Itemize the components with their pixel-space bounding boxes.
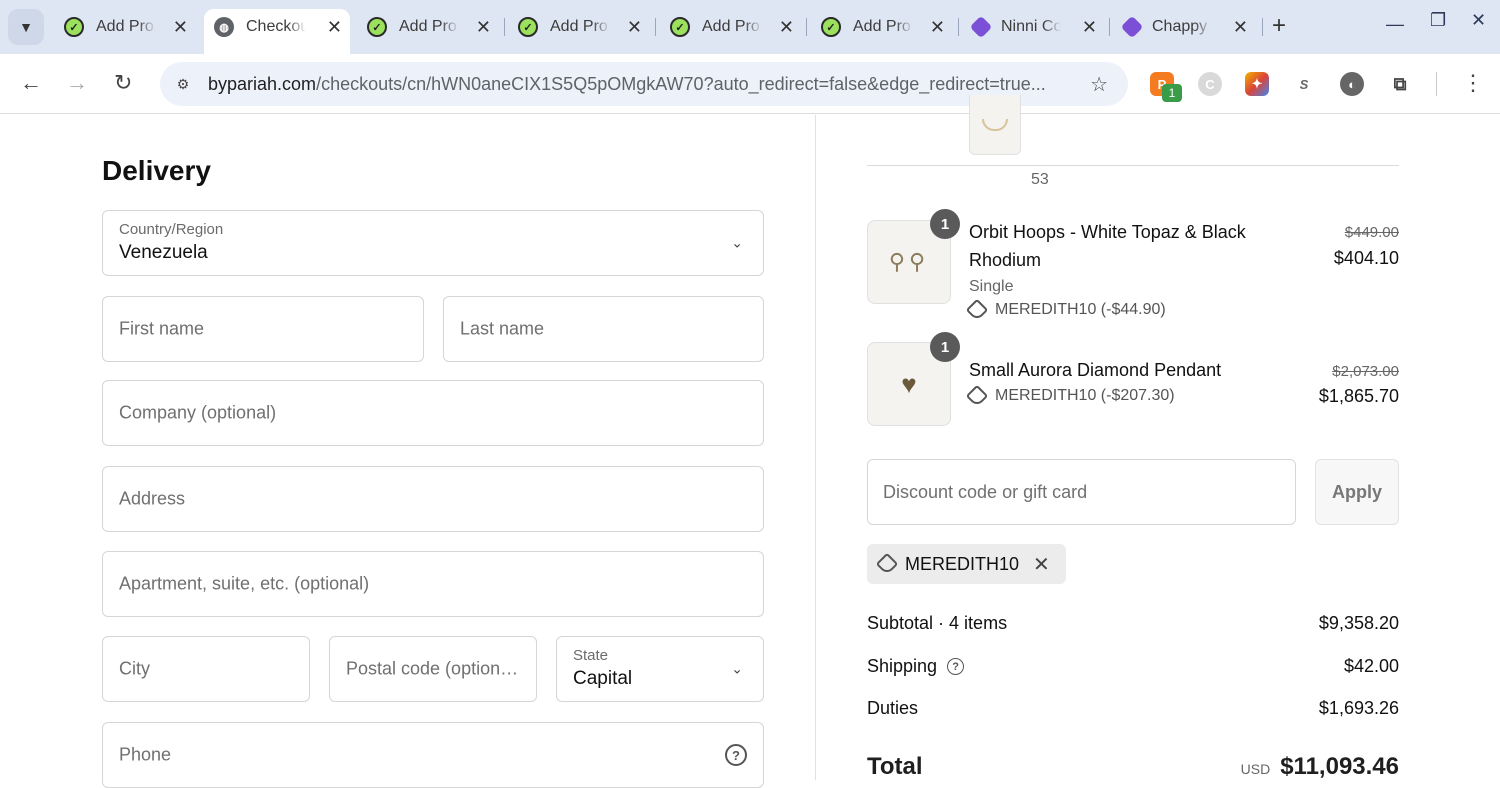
extension-grey-circle-icon[interactable]: C (1198, 72, 1222, 96)
last-name-field[interactable]: Last name (443, 296, 764, 362)
tag-icon (875, 552, 899, 576)
url-text[interactable]: bypariah.com/checkouts/cn/hWN0aneCIX1S5Q… (208, 74, 1068, 95)
chevron-down-icon: ⌄ (731, 660, 743, 677)
state-select[interactable]: State Capital ⌄ (556, 636, 764, 702)
pendant-image: ♥ (901, 368, 917, 399)
ring-image (982, 118, 1008, 131)
product-name: Small Aurora Diamond Pendant (969, 360, 1222, 380)
close-tab-icon[interactable]: ✕ (173, 17, 188, 38)
browser-toolbar: ← → ↻ ⚙ bypariah.com/checkouts/cn/hWN0an… (0, 54, 1500, 114)
help-circle-icon[interactable]: ? (947, 658, 965, 675)
green-check-icon: ✓ (518, 17, 538, 37)
purple-gem-icon (1120, 15, 1144, 39)
tab-separator (655, 18, 656, 36)
tab-search-button[interactable]: ▼ (8, 9, 44, 45)
help-circle-icon[interactable]: ? (725, 744, 747, 766)
original-price: $449.00 (1344, 224, 1399, 241)
tab-add-product-4[interactable]: ✓ Add Pro ✕ (660, 9, 802, 45)
tag-icon (965, 384, 989, 408)
close-window-icon[interactable]: ✕ (1471, 10, 1486, 31)
close-tab-icon[interactable]: ✕ (1082, 17, 1097, 38)
extension-colorful-icon[interactable]: ✦ (1245, 72, 1269, 96)
city-field[interactable]: City (102, 636, 310, 702)
country-select[interactable]: Country/Region Venezuela ⌄ (102, 210, 764, 276)
tab-separator (504, 18, 505, 36)
new-tab-plus-icon[interactable]: + (1272, 12, 1286, 40)
chevron-down-icon: ▼ (19, 19, 33, 35)
green-check-icon: ✓ (821, 17, 841, 37)
tab-strip: ▼ ✓ Add Pro ✕ ◍ Checkout ✕ ✓ Add Pro ✕ ✓… (0, 0, 1500, 54)
product-discount: MEREDITH10 (-$44.90) (965, 298, 1166, 322)
discounted-price: $404.10 (1333, 248, 1399, 268)
tab-add-product-3[interactable]: ✓ Add Pro ✕ (508, 9, 650, 45)
close-tab-icon[interactable]: ✕ (930, 17, 945, 38)
tag-icon (965, 298, 989, 322)
tab-add-product-1[interactable]: ✓ Add Pro ✕ (54, 9, 196, 45)
delivery-heading: Delivery (102, 155, 211, 186)
close-tab-icon[interactable]: ✕ (327, 17, 342, 38)
total-row: Total USD $11,093.46 (867, 753, 1399, 780)
site-settings-icon[interactable]: ⚙ (172, 73, 194, 95)
toolbar-divider (1436, 72, 1437, 96)
apply-button[interactable]: Apply (1315, 459, 1399, 525)
close-tab-icon[interactable]: ✕ (779, 17, 794, 38)
extension-planet-icon[interactable]: ◐ (1340, 72, 1364, 96)
globe-icon: ◍ (214, 17, 234, 37)
apartment-field[interactable]: Apartment, suite, etc. (optional) (102, 551, 764, 617)
quantity-badge: 1 (930, 332, 960, 362)
remove-code-icon[interactable]: ✕ (1033, 552, 1050, 577)
close-tab-icon[interactable]: ✕ (1233, 17, 1248, 38)
minimize-icon[interactable]: — (1386, 14, 1404, 35)
close-tab-icon[interactable]: ✕ (627, 17, 642, 38)
browser-menu-icon[interactable]: ⋮ (1462, 70, 1484, 96)
discounted-price: $1,865.70 (1318, 386, 1399, 406)
divider (867, 165, 1399, 166)
tab-checkout[interactable]: ◍ Checkout ✕ (204, 9, 350, 54)
original-price: $2,073.00 (1332, 363, 1399, 380)
tab-add-product-2[interactable]: ✓ Add Pro ✕ (357, 9, 499, 45)
partial-item-variant: 53 (1031, 171, 1049, 188)
shipping-row: Shipping ? $42.00 (867, 656, 1399, 676)
close-tab-icon[interactable]: ✕ (476, 17, 491, 38)
forward-arrow-icon[interactable]: → (66, 70, 88, 96)
product-variant: Single (969, 278, 1014, 295)
order-summary-panel: 53 ⚲⚲ 1 Orbit Hoops - White Topaz & Blac… (817, 95, 1500, 780)
tab-separator (1262, 18, 1263, 36)
duties-row: Duties $1,693.26 (867, 698, 1399, 718)
address-field[interactable]: Address (102, 466, 764, 532)
discount-code-input[interactable]: Discount code or gift card (867, 459, 1296, 525)
tab-separator (1109, 18, 1110, 36)
company-field[interactable]: Company (optional) (102, 380, 764, 446)
chevron-down-icon: ⌄ (731, 234, 743, 251)
purple-gem-icon (969, 15, 993, 39)
extension-badge: 1 (1162, 84, 1182, 102)
first-name-field[interactable]: First name (102, 296, 424, 362)
bookmark-star-icon[interactable]: ☆ (1090, 72, 1108, 97)
extensions-puzzle-icon[interactable]: ⧉ (1388, 72, 1412, 96)
subtotal-row: Subtotal · 4 items $9,358.20 (867, 613, 1399, 633)
postal-code-field[interactable]: Postal code (option… (329, 636, 537, 702)
back-arrow-icon[interactable]: ← (20, 70, 42, 96)
quantity-badge: 1 (930, 209, 960, 239)
earrings-image: ⚲⚲ (888, 249, 930, 274)
tab-separator (958, 18, 959, 36)
product-thumbnail-partial (969, 95, 1021, 155)
reload-icon[interactable]: ↻ (114, 70, 132, 96)
phone-field[interactable]: Phone ? (102, 722, 764, 788)
extension-s-icon[interactable]: S (1292, 72, 1316, 96)
applied-code-chip: MEREDITH10 ✕ (867, 544, 1066, 584)
tab-separator (806, 18, 807, 36)
product-name: Orbit Hoops - White Topaz & Black Rhodiu… (969, 222, 1246, 270)
tab-add-product-5[interactable]: ✓ Add Pro ✕ (811, 9, 953, 45)
tab-chappy[interactable]: Chappy ✕ (1114, 9, 1256, 45)
tab-ninni[interactable]: Ninni Co ✕ (963, 9, 1105, 45)
delivery-panel: Delivery Country/Region Venezuela ⌄ Firs… (0, 115, 816, 788)
green-check-icon: ✓ (367, 17, 387, 37)
green-check-icon: ✓ (64, 17, 84, 37)
green-check-icon: ✓ (670, 17, 690, 37)
product-discount: MEREDITH10 (-$207.30) (965, 384, 1175, 408)
restore-window-icon[interactable]: ❐ (1430, 10, 1446, 31)
